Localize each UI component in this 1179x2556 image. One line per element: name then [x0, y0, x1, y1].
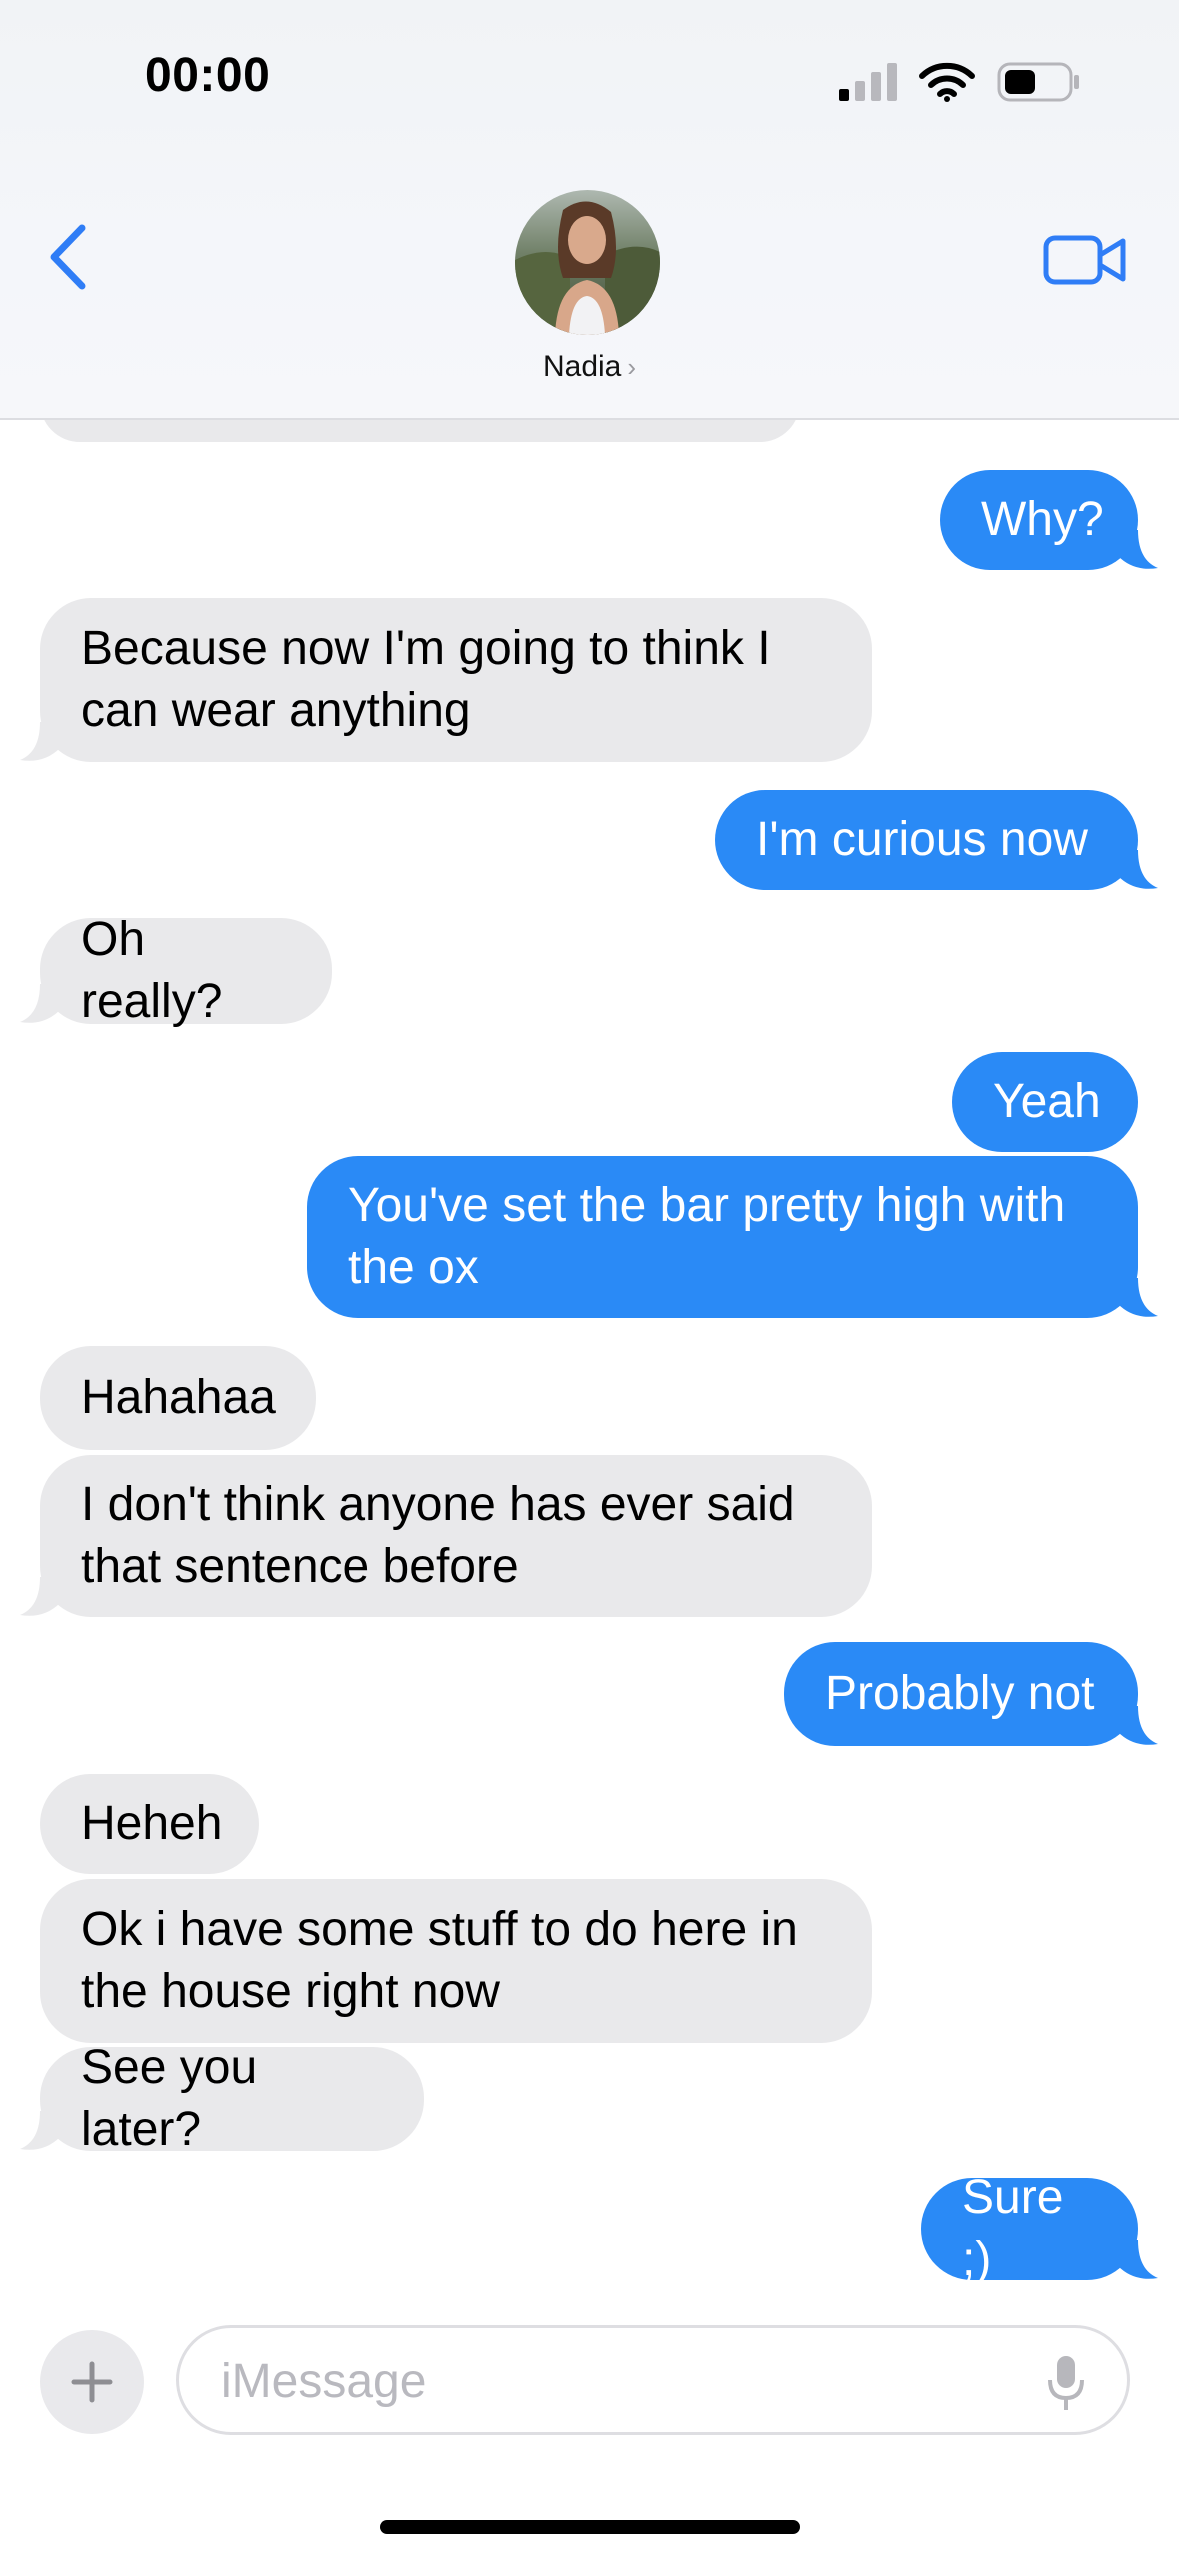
bubble-tail: [1118, 1706, 1158, 1745]
message-text: I'm curious now: [756, 813, 1088, 866]
bubble-tail: [20, 984, 60, 1023]
bubble-tail: [1118, 2240, 1158, 2279]
plus-button[interactable]: [40, 2330, 144, 2434]
message-text: You've set the bar pretty high with the …: [348, 1179, 1066, 1294]
incoming-message-bubble[interactable]: Because now I'm going to think I can wea…: [40, 598, 872, 762]
bubble-tail: [1118, 850, 1158, 889]
bubble-tail: [20, 722, 60, 761]
wifi-icon: [919, 62, 975, 102]
message-text: I don't think anyone has ever said that …: [81, 1478, 795, 1593]
outgoing-message-bubble[interactable]: Why?: [940, 470, 1138, 570]
back-chevron-icon[interactable]: [44, 222, 94, 292]
conversation-header: 00:00 Nadia ›: [0, 0, 1179, 420]
battery-icon: [997, 62, 1079, 102]
avatar-photo: [515, 190, 660, 335]
message-input-placeholder: iMessage: [221, 2355, 427, 2408]
outgoing-message-bubble[interactable]: Sure ;): [921, 2171, 1138, 2286]
message-input[interactable]: iMessage: [176, 2325, 1130, 2435]
home-indicator[interactable]: [380, 2520, 800, 2534]
bubble-tail: [1118, 530, 1158, 569]
message-text: Yeah: [993, 1075, 1101, 1128]
signal-icon: [839, 63, 897, 101]
outgoing-message-bubble[interactable]: Yeah: [952, 1052, 1138, 1152]
message-text: Hahahaa: [81, 1371, 276, 1424]
incoming-message-bubble[interactable]: Hahahaa: [40, 1346, 316, 1450]
contact-avatar[interactable]: [515, 190, 660, 335]
outgoing-message-bubble[interactable]: You've set the bar pretty high with the …: [307, 1156, 1138, 1318]
message-text: Probably not: [825, 1667, 1095, 1720]
status-time: 00:00: [145, 49, 271, 102]
incoming-message-bubble[interactable]: I don't think anyone has ever said that …: [40, 1455, 872, 1617]
message-text: Why?: [981, 493, 1104, 546]
message-text: Because now I'm going to think I can wea…: [81, 622, 771, 737]
bubble-tail: [1118, 1278, 1158, 1317]
contact-name-row[interactable]: Nadia ›: [0, 350, 1179, 384]
outgoing-message-bubble[interactable]: Probably not: [784, 1642, 1138, 1746]
message-text: See you later?: [81, 2041, 258, 2156]
contact-chevron-icon: ›: [627, 352, 637, 382]
incoming-message-bubble[interactable]: Oh really?: [40, 913, 332, 1028]
message-text: Heheh: [81, 1797, 223, 1850]
status-icons: [839, 62, 1081, 102]
microphone-icon[interactable]: [1047, 2354, 1085, 2414]
incoming-message-bubble[interactable]: Heheh: [40, 1774, 259, 1874]
incoming-message-bubble[interactable]: Ok i have some stuff to do here in the h…: [40, 1879, 872, 2043]
bubble-tail: [20, 2111, 60, 2150]
contact-name: Nadia: [542, 350, 622, 383]
message-text: Oh really?: [81, 913, 223, 1028]
message-text: Ok i have some stuff to do here in the h…: [81, 1903, 798, 2018]
incoming-message-bubble[interactable]: See you later?: [40, 2041, 424, 2156]
video-call-icon[interactable]: [1043, 232, 1127, 288]
outgoing-message-bubble[interactable]: I'm curious now: [715, 790, 1138, 890]
bubble-tail: [20, 1577, 60, 1616]
message-text: Sure ;): [962, 2171, 1064, 2286]
plus-icon: [71, 2361, 113, 2403]
